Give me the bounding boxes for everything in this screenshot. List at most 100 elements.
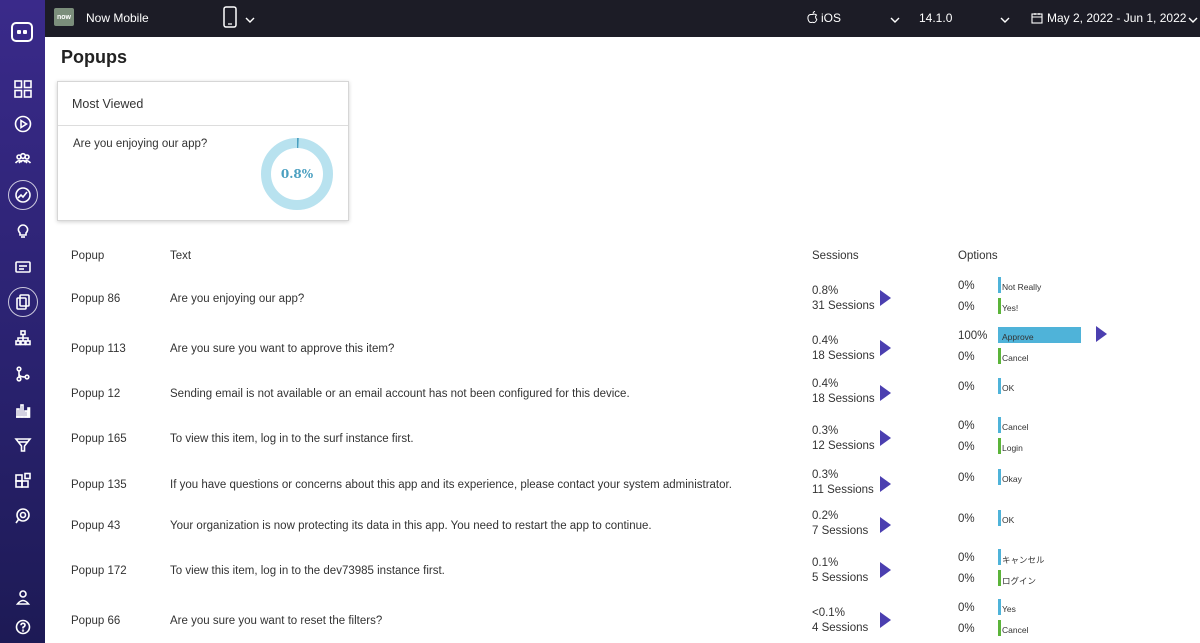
sidebar [0,0,45,643]
widgets-add-icon[interactable] [0,468,45,494]
popup-name[interactable]: Popup 135 [71,479,127,491]
search-inspect-icon[interactable] [0,503,45,529]
option-percent: 0% [958,472,975,484]
message-card-icon[interactable] [0,254,45,280]
option-label: Cancel [1002,422,1029,432]
most-viewed-card: Most Viewed Are you enjoying our app? 0.… [57,81,349,221]
popup-text: Are you sure you want to reset the filte… [170,615,383,627]
version-selector[interactable]: 14.1.0 [919,11,952,25]
popup-text: Are you enjoying our app? [170,293,305,305]
phone-device-icon[interactable] [223,6,237,33]
hierarchy-icon[interactable] [0,325,45,351]
analytics-gauge-icon[interactable] [0,180,45,210]
sessions-play-icon[interactable] [880,290,891,306]
card-question: Are you enjoying our app? [73,138,208,150]
option-bar-marker [998,469,1001,485]
lightbulb-icon[interactable] [0,218,45,244]
popup-text: Sending email is not available or an ema… [170,388,630,400]
funnel-icon[interactable] [0,432,45,458]
dashboard-grid-icon[interactable] [0,76,45,102]
header-popup: Popup [71,250,105,262]
option-bar-marker [998,378,1001,394]
branch-flow-icon[interactable] [0,361,45,387]
option-bar [998,570,1001,586]
session-percent: 0.4% [812,378,839,390]
session-count: 4 Sessions [812,622,869,634]
option-bar [998,417,1001,433]
option-bar-marker [998,298,1001,314]
top-bar: now Now Mobile iOS 14.1.0 May 2, 2022 - … [45,0,1200,37]
option-label: Not Really [1002,282,1042,292]
page-title: Popups [61,47,127,67]
popup-text: Are you sure you want to approve this it… [170,343,395,355]
popup-name[interactable]: Popup 165 [71,433,127,445]
donut-percent-label: 0.8% [281,167,314,181]
apple-icon [807,11,818,27]
popups-copy-icon[interactable] [0,287,45,317]
os-chevron-down-icon[interactable] [890,11,900,29]
version-chevron-down-icon[interactable] [1000,11,1010,29]
option-label: OK [1002,515,1015,525]
option-label: Yes [1002,604,1016,614]
option-label: Cancel [1002,353,1029,363]
session-count: 18 Sessions [812,393,875,405]
play-circle-icon[interactable] [0,111,45,137]
date-range-selector[interactable]: May 2, 2022 - Jun 1, 2022 [1047,11,1186,25]
sessions-play-icon[interactable] [880,385,891,401]
sessions-play-icon[interactable] [880,430,891,446]
option-percent: 0% [958,301,975,313]
app-home-logo-icon[interactable] [11,22,33,42]
option-bar [998,277,1001,293]
option-bar-marker [998,438,1001,454]
option-play-icon[interactable] [1096,326,1107,342]
option-bar [998,549,1001,565]
option-bar-marker [998,620,1001,636]
option-label: Cancel [1002,625,1029,635]
bar-chart-icon[interactable] [0,397,45,423]
sessions-play-icon[interactable] [880,517,891,533]
sessions-play-icon[interactable] [880,562,891,578]
option-bar-marker [998,510,1001,526]
popup-text: If you have questions or concerns about … [170,479,732,491]
option-percent: 0% [958,552,975,564]
option-bar-marker [998,599,1001,615]
header-sessions: Sessions [812,250,859,262]
popup-name[interactable]: Popup 12 [71,388,120,400]
calendar-icon[interactable] [1031,11,1043,29]
session-percent: 0.3% [812,469,839,481]
popup-name[interactable]: Popup 43 [71,520,120,532]
session-percent: 0.2% [812,510,839,522]
option-percent: 0% [958,351,975,363]
option-label: キャンセル [1002,555,1045,565]
device-chevron-down-icon[interactable] [245,11,255,29]
option-bar [998,599,1001,615]
session-percent: 0.4% [812,335,839,347]
session-count: 31 Sessions [812,300,875,312]
popup-name[interactable]: Popup 66 [71,615,120,627]
sessions-play-icon[interactable] [880,476,891,492]
option-label: Approve [1002,332,1034,342]
option-bar [998,348,1001,364]
sessions-play-icon[interactable] [880,612,891,628]
option-percent: 0% [958,602,975,614]
popup-name[interactable]: Popup 86 [71,293,120,305]
users-group-icon[interactable] [0,146,45,172]
help-icon[interactable] [0,614,45,640]
os-selector[interactable]: iOS [821,11,841,25]
session-percent: 0.1% [812,557,839,569]
session-percent: 0.8% [812,285,839,297]
option-label: Login [1002,443,1023,453]
date-chevron-down-icon[interactable] [1188,11,1198,29]
option-label: ログイン [1002,576,1037,586]
option-bar-marker [998,570,1001,586]
header-options: Options [958,250,998,262]
popup-name[interactable]: Popup 113 [71,343,126,355]
session-percent: <0.1% [812,607,845,619]
app-name[interactable]: Now Mobile [86,11,149,25]
option-bar [998,469,1001,485]
popup-name[interactable]: Popup 172 [71,565,127,577]
percent-donut: 0.8% [259,136,335,217]
sessions-play-icon[interactable] [880,340,891,356]
user-profile-icon[interactable] [0,584,45,610]
option-percent: 0% [958,513,975,525]
